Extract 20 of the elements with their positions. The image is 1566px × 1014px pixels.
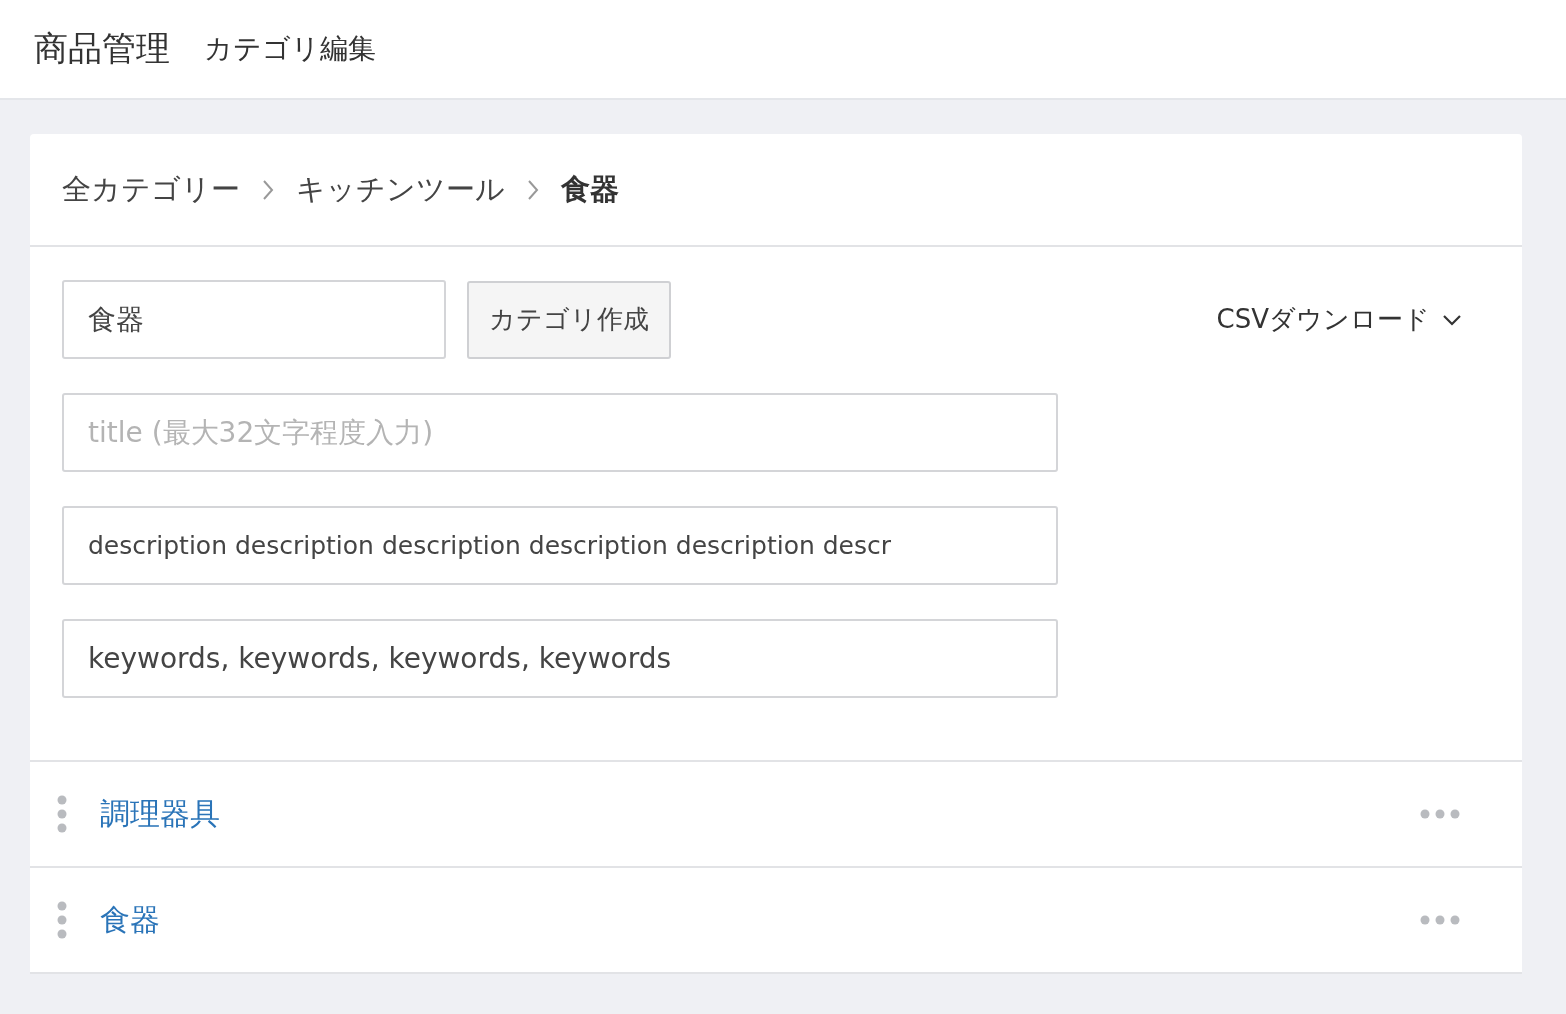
title-field[interactable]: title (最大32文字程度入力) (62, 393, 1058, 472)
category-link[interactable]: 食器 (100, 899, 160, 941)
more-options-icon[interactable] (1420, 915, 1460, 925)
csv-download-dropdown[interactable]: CSVダウンロード (1216, 302, 1462, 337)
drag-handle-icon[interactable] (56, 901, 68, 939)
breadcrumb-item[interactable]: 全カテゴリー (62, 169, 240, 210)
breadcrumb-item: 食器 (561, 170, 619, 208)
breadcrumb-item[interactable]: キッチンツール (296, 169, 505, 210)
chevron-right-icon (262, 178, 274, 201)
drag-handle-icon[interactable] (56, 795, 68, 833)
create-category-button[interactable]: カテゴリ作成 (467, 280, 671, 359)
page-title: 商品管理 (34, 27, 170, 70)
category-link[interactable]: 調理器具 (100, 793, 220, 835)
keywords-field[interactable]: keywords, keywords, keywords, keywords (62, 619, 1058, 698)
more-options-icon[interactable] (1420, 809, 1460, 819)
description-field[interactable]: description description description description description descr (62, 506, 1058, 585)
category-name-field[interactable]: 食器 (62, 280, 446, 359)
chevron-down-icon (1442, 313, 1462, 326)
chevron-right-icon (527, 178, 539, 201)
page-subtitle: カテゴリ編集 (204, 31, 376, 67)
